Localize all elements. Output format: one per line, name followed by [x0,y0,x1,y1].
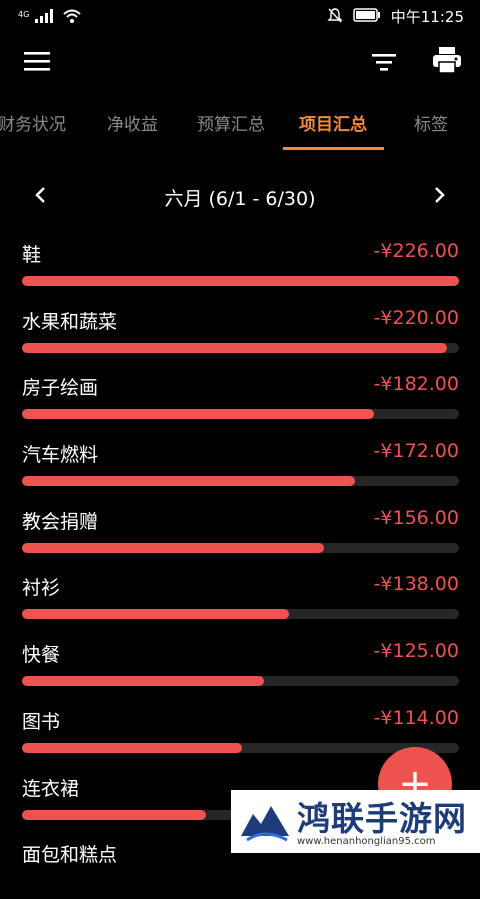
progress-track [22,409,459,420]
watermark-banner: 鸿联手游网 www.henanhonglian95.com [231,790,480,853]
printer-icon[interactable] [433,47,461,77]
progress-bar [22,809,206,820]
list-item[interactable]: 衬衫 -¥138.00 [0,565,480,632]
item-name: 房子绘画 [22,377,99,400]
item-name: 快餐 [22,644,61,667]
progress-bar [22,609,289,620]
item-name: 教会捐赠 [22,510,99,533]
item-amount: -¥114.00 [373,706,459,729]
list-item[interactable]: 房子绘画 -¥182.00 [0,365,480,432]
status-left: 4G [18,8,81,27]
progress-track [22,276,459,286]
item-amount: -¥182.00 [373,373,459,396]
chevron-right-icon [434,186,446,208]
list-item[interactable]: 汽车燃料 -¥172.00 [0,432,480,499]
progress-bar [22,409,374,420]
tab-tags[interactable]: 标签 [414,110,448,135]
list-item[interactable]: 水果和蔬菜 -¥220.00 [0,299,480,366]
progress-track [22,476,459,487]
progress-bar [22,742,243,753]
watermark-logo-icon [237,796,293,846]
item-name: 图书 [22,710,61,733]
tab-budget-summary[interactable]: 预算汇总 [197,110,265,135]
item-amount: -¥172.00 [373,440,459,463]
filter-icon[interactable] [372,52,396,76]
progress-bar [22,276,459,286]
item-amount: -¥138.00 [373,573,459,596]
tab-item-summary[interactable]: 项目汇总 [299,110,367,135]
network-type: 4G [18,10,30,19]
clock: 中午11:25 [390,8,464,26]
battery-icon [353,7,381,26]
hamburger-menu-icon[interactable] [24,50,50,76]
item-amount: -¥156.00 [373,506,459,529]
item-name: 水果和蔬菜 [22,310,118,333]
wifi-icon [63,8,81,27]
progress-track [22,609,459,620]
list-item[interactable]: 快餐 -¥125.00 [0,632,480,699]
signal-icon [35,8,57,27]
period-selector: 六月 (6/1 - 6/30) [0,176,480,218]
progress-track [22,676,459,687]
item-name: 面包和糕点 [22,844,118,867]
tab-net-income[interactable]: 净收益 [107,110,158,135]
active-tab-indicator [283,147,384,150]
item-name: 衬衫 [22,577,61,600]
progress-track [22,542,459,553]
status-bar: 4G 中午11:25 [0,0,480,34]
item-name: 连衣裙 [22,777,80,800]
list-item[interactable]: 教会捐赠 -¥156.00 [0,499,480,566]
item-name: 汽车燃料 [22,444,99,467]
progress-track [22,742,459,753]
item-amount: -¥125.00 [373,640,459,663]
toolbar [0,34,480,90]
tab-financial-status[interactable]: 财务状况 [0,110,66,135]
next-period-button[interactable] [420,176,460,218]
item-amount: -¥226.00 [373,240,459,262]
tab-bar: 财务状况 净收益 预算汇总 项目汇总 标签 [0,98,480,152]
progress-bar [22,476,355,487]
progress-bar [22,676,264,687]
item-amount: -¥220.00 [373,306,459,329]
progress-bar [22,542,324,553]
period-label: 六月 (6/1 - 6/30) [164,188,316,210]
watermark-title: 鸿联手游网 [297,799,467,838]
watermark-url: www.henanhonglian95.com [297,836,436,847]
progress-bar [22,342,448,353]
status-right: 中午11:25 [327,6,464,27]
item-name: 鞋 [22,244,42,266]
progress-track [22,342,459,353]
mute-bell-icon [327,7,343,27]
list-item[interactable]: 鞋 -¥226.00 [0,232,480,299]
